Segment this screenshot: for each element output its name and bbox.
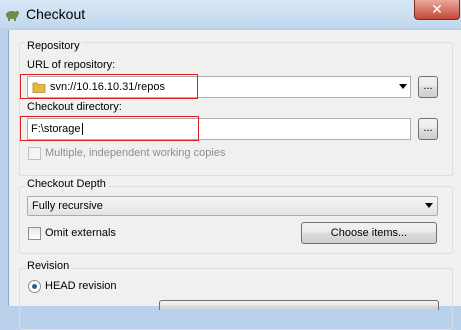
multiple-working-copies-label: Multiple, independent working copies (45, 147, 226, 159)
checkout-depth-group-label: Checkout Depth (25, 178, 108, 190)
omit-externals-label: Omit externals (45, 227, 116, 239)
revision-group-label: Revision (25, 260, 72, 272)
title-bar[interactable]: Checkout ✕ (0, 0, 461, 28)
depth-selected: Fully recursive (32, 200, 103, 212)
head-revision-radio[interactable] (28, 280, 41, 293)
close-icon: ✕ (431, 1, 443, 17)
close-button[interactable]: ✕ (414, 0, 460, 20)
repository-group-label: Repository (25, 40, 82, 52)
dropdown-arrow-icon[interactable] (399, 84, 407, 89)
checkout-dir-highlight-box (20, 116, 199, 141)
depth-combobox[interactable]: Fully recursive (27, 196, 438, 216)
window-title: Checkout (26, 6, 86, 22)
url-highlight-box (20, 74, 198, 99)
omit-externals-checkbox[interactable] (28, 227, 41, 240)
url-label: URL of repository: (27, 59, 116, 71)
revision-group (19, 268, 453, 330)
choose-items-button[interactable]: Choose items... (301, 222, 437, 244)
dir-browse-button[interactable]: ... (418, 118, 438, 140)
dialog-body: Repository URL of repository: svn://10.1… (8, 30, 461, 330)
revision-partial-button[interactable] (159, 300, 439, 310)
multiple-working-copies-checkbox[interactable] (28, 147, 41, 160)
url-browse-button[interactable]: ... (418, 76, 438, 98)
head-revision-label: HEAD revision (45, 280, 117, 292)
radio-selected-dot (32, 284, 37, 289)
checkout-dir-label: Checkout directory: (27, 101, 122, 113)
depth-dropdown-arrow-icon[interactable] (425, 203, 433, 208)
tortoise-icon (6, 11, 19, 21)
